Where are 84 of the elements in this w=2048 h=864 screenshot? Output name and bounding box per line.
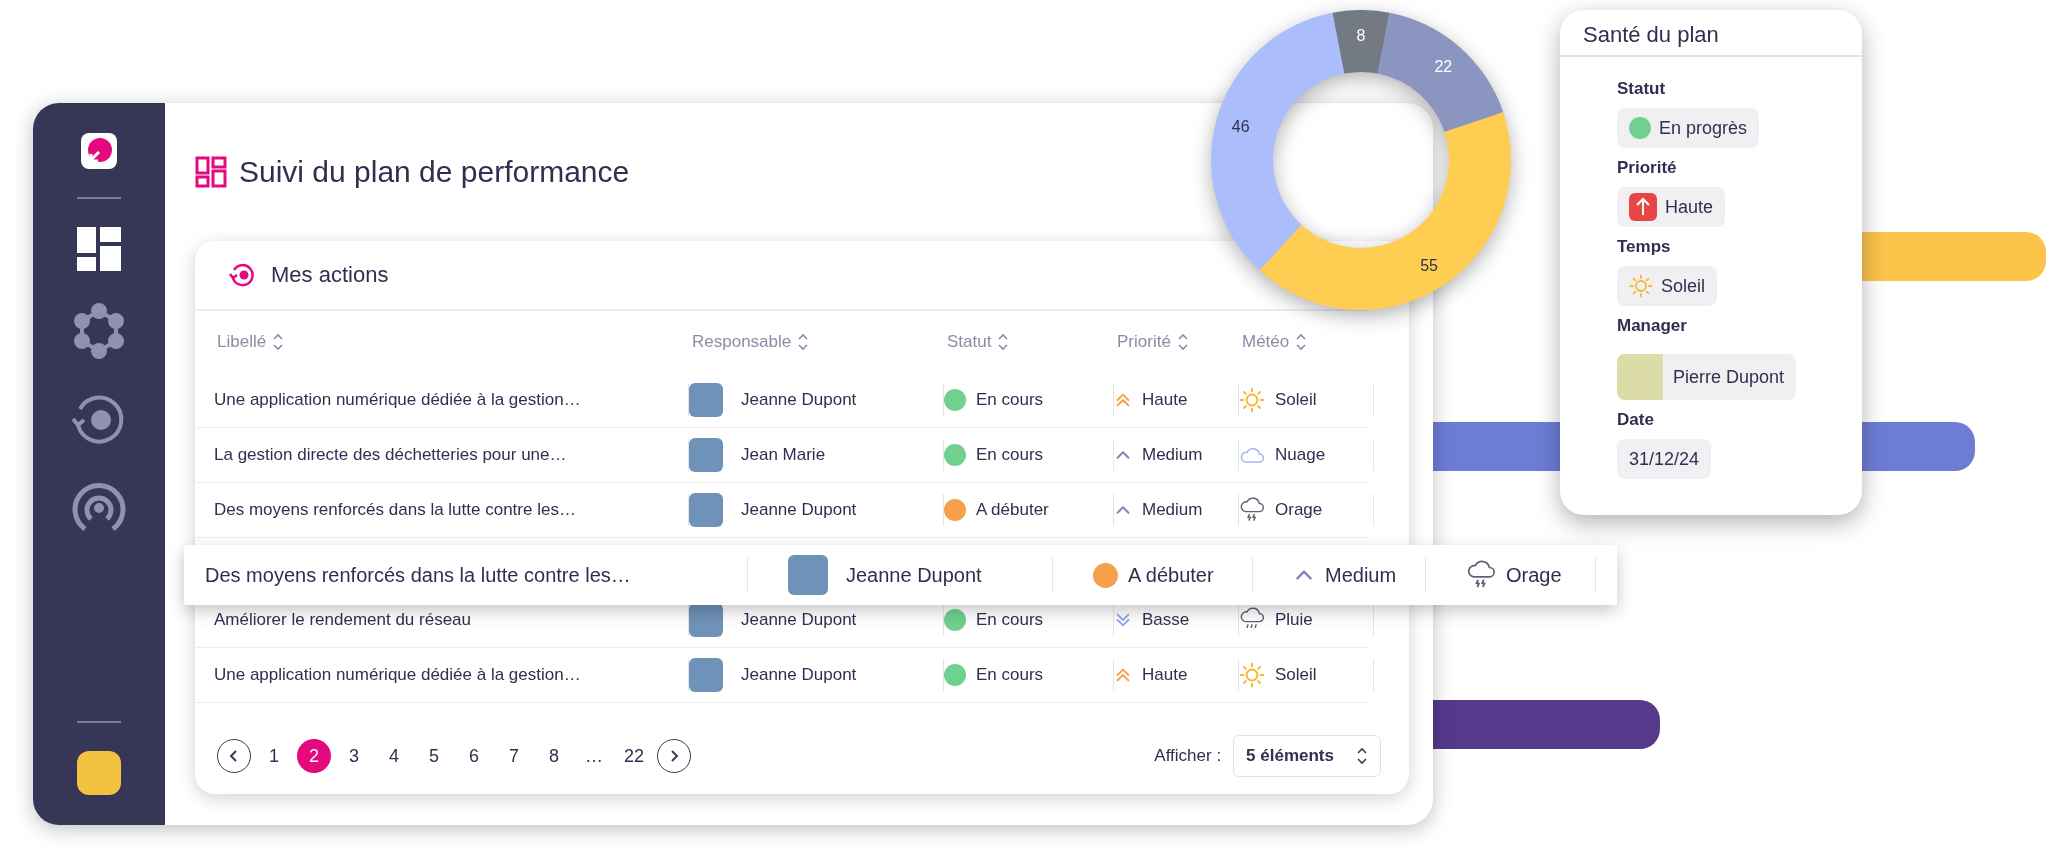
page-link[interactable]: 5 [417,739,451,773]
weather-value: Soleil [1617,266,1718,306]
status-label: A débuter [976,500,1049,520]
weather-label: Soleil [1275,390,1317,410]
weather-label: Orage [1275,500,1323,520]
user-avatar[interactable] [77,751,121,795]
network-icon[interactable] [71,303,127,359]
page-title: Suivi du plan de performance [239,155,630,189]
page-link[interactable]: 3 [337,739,371,773]
logo-icon[interactable] [81,133,117,169]
target-icon [229,261,257,289]
avatar [689,493,723,527]
page-link[interactable]: 6 [457,739,491,773]
avatar [788,555,828,595]
page-size-select[interactable]: 5 éléments [1233,735,1381,777]
page-link[interactable]: 2 [297,739,331,773]
page-size-label: Afficher : [1154,746,1222,766]
chevron-left-icon [229,749,239,763]
sort-icon [1356,746,1368,766]
status-label: En cours [976,390,1044,410]
weather-label: Soleil [1275,665,1317,685]
weather-label: Nuage [1275,445,1326,465]
slice-label: 22 [1434,57,1453,75]
text-value: 31/12/24 [1617,439,1712,479]
page-link[interactable]: … [577,739,611,773]
page-link[interactable]: 8 [537,739,571,773]
field-label: Statut [1617,79,1667,99]
owner-name: Jeanne Dupont [741,610,857,630]
sort-icon[interactable] [272,332,285,352]
person-value: Pierre Dupont [1617,354,1797,400]
owner-name: Jeanne Dupont [741,390,857,410]
page-link[interactable]: 1 [257,739,291,773]
action-label: Une application numérique dédiée à la gestion… [214,665,581,685]
status-label: A débuter [1128,563,1214,587]
owner-name: Jeanne Dupont [741,500,857,520]
priority-value: Haute [1617,187,1726,227]
status-label: En cours [976,665,1044,685]
priority-label: Medium [1325,563,1397,587]
sort-icon[interactable] [997,332,1010,352]
page-link[interactable]: 4 [377,739,411,773]
owner-name: Jeanne Dupont [846,563,982,587]
field-label: Priorité [1617,158,1678,178]
avatar [689,383,723,417]
panel-title: Santé du plan [1560,10,1862,57]
sort-icon[interactable] [797,332,810,352]
broadcast-icon[interactable] [71,481,127,533]
action-label: Des moyens renforcés dans la lutte contre les… [214,500,576,520]
priority-label: Basse [1142,610,1190,630]
arrow-up-icon [1629,193,1657,221]
highlighted-row[interactable]: Des moyens renforcés dans la lutte contre les… Jeanne Dupont A débuter Medium Orage [184,545,1617,605]
action-label: La gestion directe des déchetteries pour une… [214,445,567,465]
field-label: Date [1617,410,1655,430]
dashboard-icon[interactable] [77,227,121,271]
page-link[interactable]: 7 [497,739,531,773]
owner-name: Jean Marie [741,445,826,465]
action-label: Améliorer le rendement du réseau [214,610,472,630]
slice-label: 46 [1231,118,1250,135]
avatar [689,658,723,692]
page-link[interactable]: 22 [617,739,651,773]
status-label: En cours [976,610,1044,630]
field-label: Temps [1617,237,1672,257]
action-label: Des moyens renforcés dans la lutte contre les… [205,563,631,587]
weather-label: Pluie [1275,610,1313,630]
sort-icon[interactable] [1295,332,1308,352]
sun-icon [1629,274,1653,298]
priority-label: Medium [1142,445,1203,465]
priority-label: Haute [1142,390,1188,410]
avatar [689,603,723,637]
slice-label: 8 [1356,27,1366,44]
card-title: Mes actions [271,262,389,288]
avatar [1617,354,1663,400]
weather-label: Orage [1506,563,1562,587]
status-value: En progrès [1617,108,1760,148]
chevron-right-icon [669,749,679,763]
sort-icon[interactable] [1176,332,1189,352]
grid-icon [195,156,227,188]
priority-label: Haute [1142,665,1188,685]
status-label: En cours [976,445,1044,465]
owner-name: Jeanne Dupont [741,665,857,685]
action-label: Une application numérique dédiée à la gestion… [214,390,581,410]
slice-label: 55 [1420,256,1438,274]
priority-label: Medium [1142,500,1203,520]
avatar [689,438,723,472]
field-label: Manager [1617,316,1688,336]
